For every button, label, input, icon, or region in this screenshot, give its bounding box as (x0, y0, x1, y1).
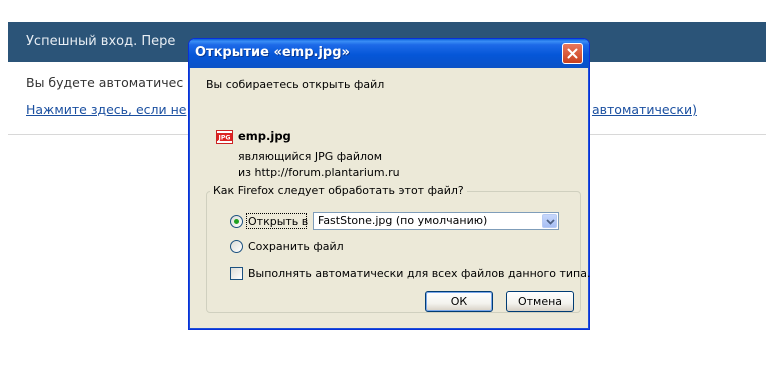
auto-action-label[interactable]: Выполнять автоматически для всех файлов … (248, 267, 590, 280)
dialog-title: Открытие «emp.jpg» (195, 45, 350, 60)
application-select[interactable]: FastStone.jpg (по умолчанию) (313, 212, 559, 230)
dialog-body: Вы собираетесь открыть файл JPG emp.jpg … (193, 68, 590, 327)
cancel-button[interactable]: Отмена (506, 291, 574, 312)
jpg-file-icon: JPG (216, 130, 233, 144)
open-with-radio[interactable] (230, 215, 243, 228)
file-type-text: являющийся JPG файлом (238, 150, 383, 163)
intro-text: Вы собираетесь открыть файл (206, 78, 385, 91)
login-success-text: Успешный вход. Пере (26, 34, 176, 49)
svg-text:JPG: JPG (218, 135, 231, 142)
auto-action-checkbox[interactable] (230, 267, 243, 280)
file-name: emp.jpg (238, 129, 291, 143)
dropdown-button[interactable] (542, 214, 557, 228)
close-icon (567, 48, 578, 59)
radio-selected-dot (234, 219, 239, 224)
file-source-text: из http://forum.plantarium.ru (238, 166, 400, 179)
open-file-dialog: Открытие «emp.jpg» Вы собираетесь открыт… (188, 38, 590, 330)
save-file-label[interactable]: Сохранить файл (248, 240, 344, 253)
save-file-radio[interactable] (230, 240, 243, 253)
open-with-label[interactable]: Открыть в (248, 215, 308, 228)
handling-question: Как Firefox следует обработать этот файл… (210, 184, 467, 197)
ok-button[interactable]: ОК (425, 291, 493, 312)
dialog-titlebar[interactable]: Открытие «emp.jpg» (189, 39, 589, 68)
chevron-down-icon (546, 219, 555, 225)
redirect-link-tail[interactable]: автоматически) (592, 102, 697, 117)
auto-redirect-text: Вы будете автоматичес (26, 75, 184, 90)
redirect-link[interactable]: Нажмите здесь, если не (26, 102, 187, 117)
close-button[interactable] (562, 43, 583, 64)
application-select-value: FastStone.jpg (по умолчанию) (318, 214, 488, 227)
